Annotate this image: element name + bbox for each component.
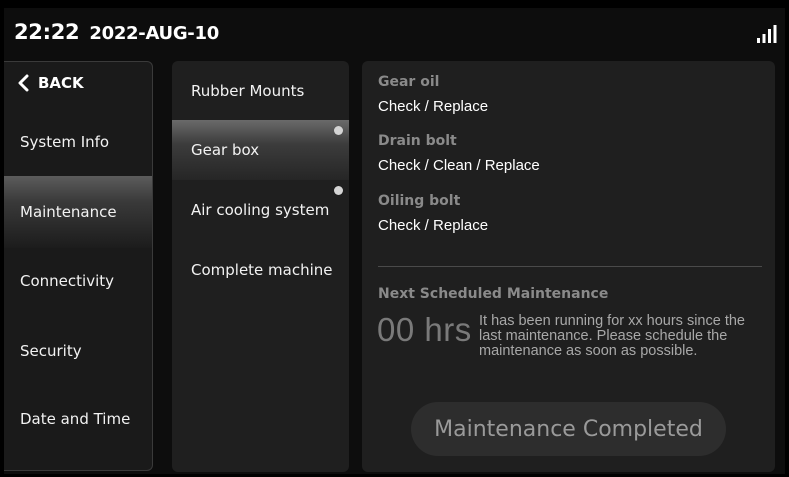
component-gear-box[interactable]: Gear box bbox=[172, 120, 349, 180]
component-air-cooling-system[interactable]: Air cooling system bbox=[172, 180, 349, 240]
screen: 22:22 2022-AUG-10 BACK System Info Maint… bbox=[4, 8, 785, 474]
component-label: Complete machine bbox=[191, 261, 333, 279]
task-heading: Gear oil bbox=[378, 74, 440, 90]
nav-item-date-and-time[interactable]: Date and Time bbox=[4, 383, 152, 455]
component-label: Gear box bbox=[191, 141, 260, 159]
task-action: Check / Replace bbox=[378, 98, 489, 115]
maintenance-completed-button[interactable]: Maintenance Completed bbox=[411, 402, 726, 456]
nav-item-label: Maintenance bbox=[20, 203, 117, 221]
date: 2022-AUG-10 bbox=[89, 23, 219, 44]
component-complete-machine[interactable]: Complete machine bbox=[172, 240, 349, 300]
signal-bars-icon bbox=[757, 25, 777, 47]
chevron-left-icon bbox=[18, 74, 29, 92]
back-button[interactable]: BACK bbox=[18, 74, 84, 92]
nav-item-maintenance[interactable]: Maintenance bbox=[4, 176, 152, 248]
maintenance-note: It has been running for xx hours since t… bbox=[479, 313, 745, 359]
component-label: Air cooling system bbox=[191, 201, 330, 219]
next-maintenance-heading: Next Scheduled Maintenance bbox=[378, 286, 609, 302]
task-heading: Drain bolt bbox=[378, 133, 457, 149]
settings-nav: BACK System Info Maintenance Connectivit… bbox=[4, 61, 153, 471]
nav-item-label: Connectivity bbox=[20, 272, 114, 290]
nav-item-label: Security bbox=[20, 342, 82, 360]
maintenance-detail-panel: Gear oil Check / Replace Drain bolt Chec… bbox=[362, 61, 775, 472]
indicator-dot bbox=[334, 186, 343, 195]
nav-item-label: System Info bbox=[20, 133, 110, 151]
task-heading: Oiling bolt bbox=[378, 193, 461, 209]
nav-item-system-info[interactable]: System Info bbox=[4, 106, 152, 178]
status-bar: 22:22 2022-AUG-10 bbox=[4, 8, 785, 58]
nav-item-label: Date and Time bbox=[20, 410, 131, 428]
back-label: BACK bbox=[38, 74, 84, 92]
hours-remaining: 00 hrs bbox=[377, 311, 472, 348]
indicator-dot bbox=[334, 126, 343, 135]
task-action: Check / Clean / Replace bbox=[378, 157, 540, 174]
component-list: Rubber Mounts Gear box Air cooling syste… bbox=[172, 61, 349, 472]
component-label: Rubber Mounts bbox=[191, 82, 305, 100]
component-rubber-mounts[interactable]: Rubber Mounts bbox=[172, 61, 349, 121]
nav-item-connectivity[interactable]: Connectivity bbox=[4, 245, 152, 317]
time: 22:22 bbox=[14, 20, 80, 44]
task-action: Check / Replace bbox=[378, 217, 489, 234]
nav-item-security[interactable]: Security bbox=[4, 315, 152, 387]
clock: 22:22 2022-AUG-10 bbox=[14, 20, 219, 44]
divider bbox=[378, 266, 762, 267]
